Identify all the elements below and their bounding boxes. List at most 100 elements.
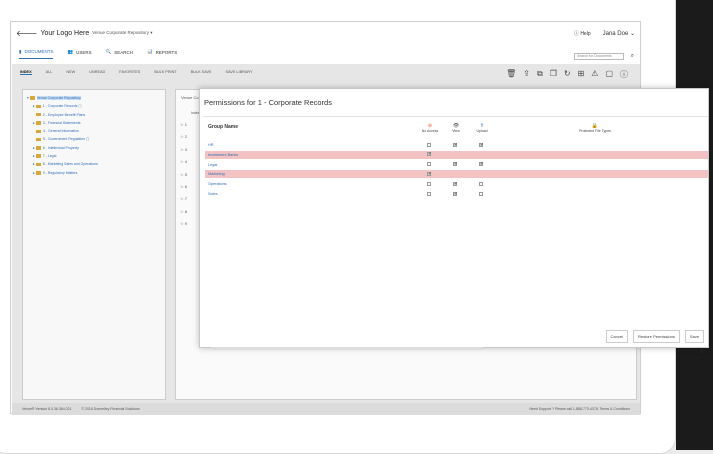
repository-select[interactable]: Venue Corporate Repository ▾ bbox=[92, 30, 152, 36]
view-checkbox[interactable]: ✔ bbox=[453, 181, 457, 186]
upload-checkbox[interactable] bbox=[479, 181, 483, 186]
group-name[interactable]: Investment Banks bbox=[208, 153, 238, 157]
star-icon[interactable]: ☆ bbox=[180, 159, 184, 164]
upload-checkbox[interactable] bbox=[479, 191, 483, 196]
tree-item[interactable]: ▸ 3 - Financial Statements bbox=[27, 119, 98, 127]
user-menu[interactable]: Jana Doe ⌄ bbox=[603, 30, 635, 37]
list-item[interactable]: ☆ 9 bbox=[180, 218, 187, 230]
save-button[interactable]: Save bbox=[684, 330, 704, 343]
tree-item[interactable]: 5 - Government Regulation ▢ bbox=[27, 135, 98, 143]
help-icon: ⓘ bbox=[573, 30, 579, 37]
nav-users[interactable]: 👥 USERS bbox=[67, 49, 91, 58]
tree-icon[interactable]: ⊞ bbox=[578, 69, 585, 80]
table-row: Investment Banks ✔ bbox=[205, 150, 708, 159]
star-icon[interactable]: ☆ bbox=[180, 196, 184, 201]
refresh-icon[interactable]: ↻ bbox=[564, 69, 571, 80]
view-checkbox[interactable]: ✔ bbox=[453, 162, 457, 167]
tree-item[interactable]: ▸ 7 - Legal bbox=[27, 152, 98, 160]
view-checkbox[interactable]: ✔ bbox=[453, 142, 457, 147]
nav-documents[interactable]: ▮ DOCUMENTS bbox=[19, 48, 54, 59]
tab-unread[interactable]: UNREAD bbox=[89, 70, 105, 75]
permissions-table: Group Name ⊘ No Access 👁 View ⇑ Upload 🔒 Pro… bbox=[203, 116, 708, 355]
sub-tabs: INDEX ALL NEW UNREAD FAVORITES BULK PRIN… bbox=[20, 70, 253, 75]
star-icon[interactable]: ☆ bbox=[180, 122, 184, 127]
move-folder-icon[interactable]: ⧉ bbox=[537, 69, 543, 80]
group-name[interactable]: Operations bbox=[208, 182, 227, 186]
list-item[interactable]: ☆ 5 bbox=[180, 169, 187, 181]
documents-icon: ▮ bbox=[19, 48, 22, 54]
star-icon[interactable]: ☆ bbox=[180, 209, 184, 214]
tab-new[interactable]: NEW bbox=[66, 70, 75, 75]
no-access-header: ⊘ No Access bbox=[417, 123, 443, 133]
back-arrow-icon[interactable]: 🡐 bbox=[16, 28, 37, 38]
delete-icon[interactable]: 🗑 bbox=[506, 69, 516, 80]
tree-item[interactable]: ▸ 8 - Marketing Sales and Operations bbox=[27, 160, 98, 168]
tree-item[interactable]: ▸ 6 - Intellectual Property bbox=[27, 144, 98, 152]
list-item[interactable]: ☆ 3 bbox=[180, 144, 187, 156]
star-icon[interactable]: ☆ bbox=[180, 147, 184, 152]
no-access-checkbox[interactable] bbox=[427, 142, 431, 147]
tab-all[interactable]: ALL bbox=[46, 70, 53, 75]
tab-save-library[interactable]: SAVE LIBRARY bbox=[226, 70, 253, 75]
support-text[interactable]: Need Support ? Please call 1-888-773-437… bbox=[529, 407, 630, 411]
upload-checkbox[interactable]: ✔ bbox=[479, 142, 483, 147]
star-icon[interactable]: ☆ bbox=[180, 184, 184, 189]
table-row: Operations ✔ bbox=[205, 180, 708, 188]
toolbar: 🗑 ⇪ ⧉ ❐ ↻ ⊞ ⚠ ▢ ⓘ bbox=[506, 69, 628, 80]
protected-types-header: 🔒 Protected File Types bbox=[565, 123, 625, 133]
tab-index[interactable]: INDEX bbox=[20, 70, 32, 75]
tree-item[interactable]: ▸ 9 - Regulatory Matters bbox=[27, 169, 98, 177]
panel-title: Venue Co bbox=[181, 95, 199, 100]
version-text: Venue® Version 8.0.36.364.021 bbox=[22, 407, 72, 411]
tab-bulk-print[interactable]: BULK PRINT bbox=[154, 70, 176, 75]
tree-root[interactable]: ▾ Venue Corporate Repository bbox=[27, 94, 98, 102]
folder-tree-panel: ▾ Venue Corporate Repository ▸ 1 - Corpo… bbox=[22, 89, 166, 400]
view-checkbox[interactable]: ✔ bbox=[453, 191, 457, 196]
tree-item[interactable]: ▸ 1 - Corporate Records ▢ bbox=[27, 102, 98, 110]
group-name[interactable]: Legal bbox=[208, 163, 217, 167]
upload-checkbox[interactable]: ✔ bbox=[479, 162, 483, 167]
export-icon[interactable]: ⇪ bbox=[523, 69, 530, 80]
tree-item[interactable]: 2 - Employee Benefit Plans bbox=[27, 111, 98, 119]
no-access-checkbox[interactable]: ✔ bbox=[427, 152, 431, 157]
list-item[interactable]: ☆ 2 bbox=[180, 131, 187, 143]
list-item[interactable]: ☆ 6 bbox=[180, 181, 187, 193]
list-item[interactable]: ☆ 7 bbox=[180, 193, 187, 205]
nav-reports[interactable]: 📊 REPORTS bbox=[147, 49, 177, 58]
warning-icon[interactable]: ⚠ bbox=[591, 69, 598, 80]
cancel-button[interactable]: Cancel bbox=[605, 330, 628, 343]
group-name[interactable]: HR bbox=[208, 143, 213, 147]
no-access-checkbox[interactable] bbox=[427, 162, 431, 167]
upload-file-icon[interactable]: ⇪ bbox=[700, 349, 704, 355]
copy-icon[interactable]: ❐ bbox=[550, 69, 557, 80]
main-nav: ▮ DOCUMENTS 👥 USERS 🔍 SEARCH 📊 REPORTS bbox=[11, 46, 640, 61]
note-icon: ▢ bbox=[78, 104, 82, 109]
group-name-header: Group Name bbox=[208, 124, 239, 130]
star-icon[interactable]: ☆ bbox=[180, 172, 184, 177]
nav-search[interactable]: 🔍 SEARCH bbox=[106, 49, 133, 58]
horizontal-scrollbar[interactable] bbox=[211, 347, 483, 350]
footer: Venue® Version 8.0.36.364.021 © 2016 Don… bbox=[12, 403, 640, 415]
no-access-checkbox[interactable] bbox=[427, 181, 431, 186]
help-link[interactable]: ⓘ Help bbox=[574, 30, 591, 37]
note-icon[interactable]: ▢ bbox=[605, 69, 613, 80]
document-search-input[interactable]: Search for Documents bbox=[574, 53, 624, 60]
tab-bulk-save[interactable]: BULK SAVE bbox=[191, 70, 212, 75]
no-access-checkbox[interactable] bbox=[427, 191, 431, 196]
restore-permissions-button[interactable]: Restore Permissions bbox=[632, 330, 680, 343]
no-access-checkbox[interactable]: ✔ bbox=[427, 171, 431, 176]
reports-icon: 📊 bbox=[146, 49, 153, 54]
star-icon[interactable]: ☆ bbox=[180, 221, 184, 226]
list-item[interactable]: ☆ 1 bbox=[180, 119, 187, 131]
list-item[interactable]: ☆ 4 bbox=[180, 156, 187, 168]
group-name[interactable]: Sales bbox=[208, 192, 218, 196]
star-icon[interactable]: ☆ bbox=[180, 134, 184, 139]
search-submit-icon[interactable]: ⌕ bbox=[631, 53, 634, 60]
info-icon[interactable]: ⓘ bbox=[620, 69, 628, 80]
tab-favorites[interactable]: FAVORITES bbox=[119, 70, 140, 75]
list-item[interactable]: ☆ 8 bbox=[180, 206, 187, 218]
tree-item[interactable]: 4 - General Information bbox=[27, 127, 98, 135]
document-rows: ☆ 1 ☆ 2 ☆ 3 ☆ 4 ☆ 5 ☆ 6 ☆ 7 ☆ 8 ☆ 9 bbox=[180, 119, 187, 231]
note-icon: ▢ bbox=[86, 137, 90, 142]
group-name[interactable]: Marketing bbox=[208, 172, 225, 176]
